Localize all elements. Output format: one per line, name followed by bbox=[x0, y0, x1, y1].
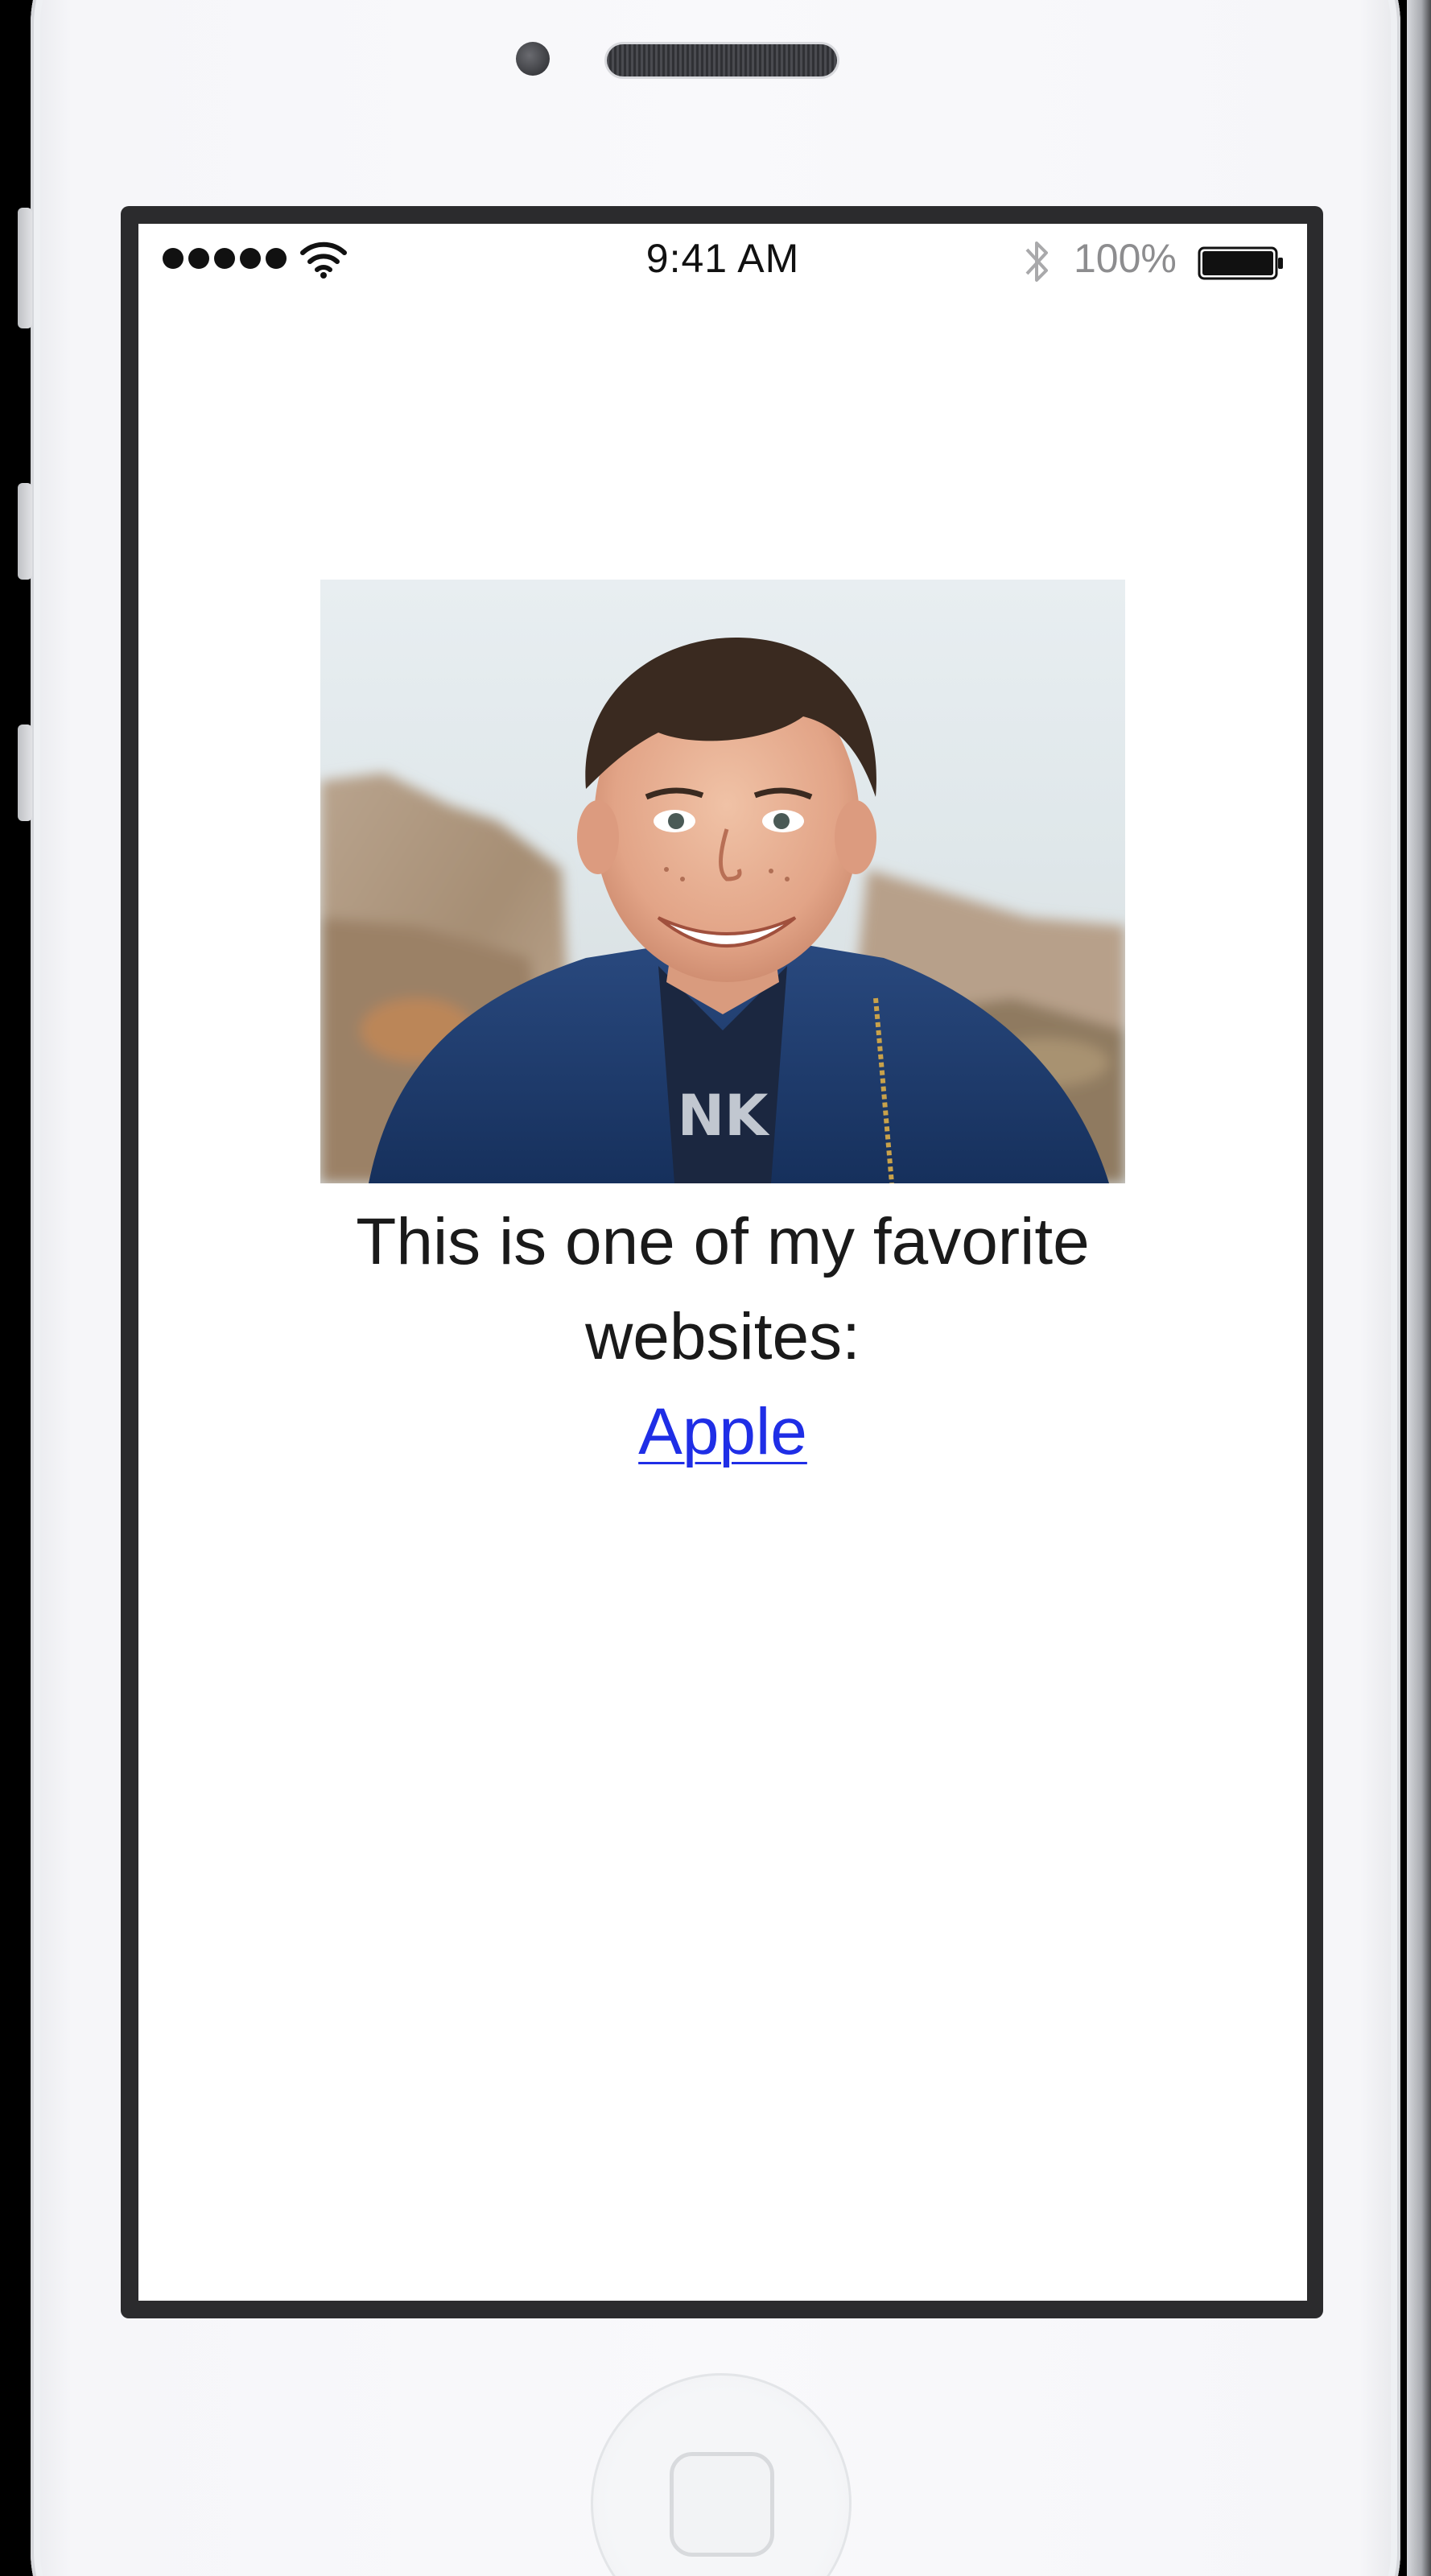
earpiece-speaker bbox=[607, 44, 837, 76]
status-bar: 9:41 AM 100% bbox=[138, 224, 1307, 301]
phone-screen: 9:41 AM 100% NK This is one of my favori… bbox=[138, 224, 1307, 2301]
phone-edge bbox=[1407, 0, 1431, 2576]
mute-switch bbox=[18, 208, 32, 328]
battery-icon bbox=[1198, 246, 1283, 280]
volume-down-button bbox=[18, 724, 32, 821]
svg-text:NK: NK bbox=[678, 1083, 771, 1149]
bluetooth-icon bbox=[1025, 242, 1048, 282]
apple-link[interactable]: Apple bbox=[638, 1385, 807, 1480]
battery-percent: 100% bbox=[1074, 236, 1177, 281]
phone-mockup: 9:41 AM 100% NK This is one of my favori… bbox=[0, 0, 1431, 2576]
caption-text: This is one of my favorite websites: bbox=[356, 1205, 1090, 1373]
front-camera bbox=[516, 42, 550, 76]
boy-photo: NK bbox=[320, 580, 1125, 1183]
volume-up-button bbox=[18, 483, 32, 580]
home-button-square bbox=[670, 2452, 774, 2557]
web-content: NK This is one of my favorite websites: … bbox=[138, 580, 1307, 1480]
